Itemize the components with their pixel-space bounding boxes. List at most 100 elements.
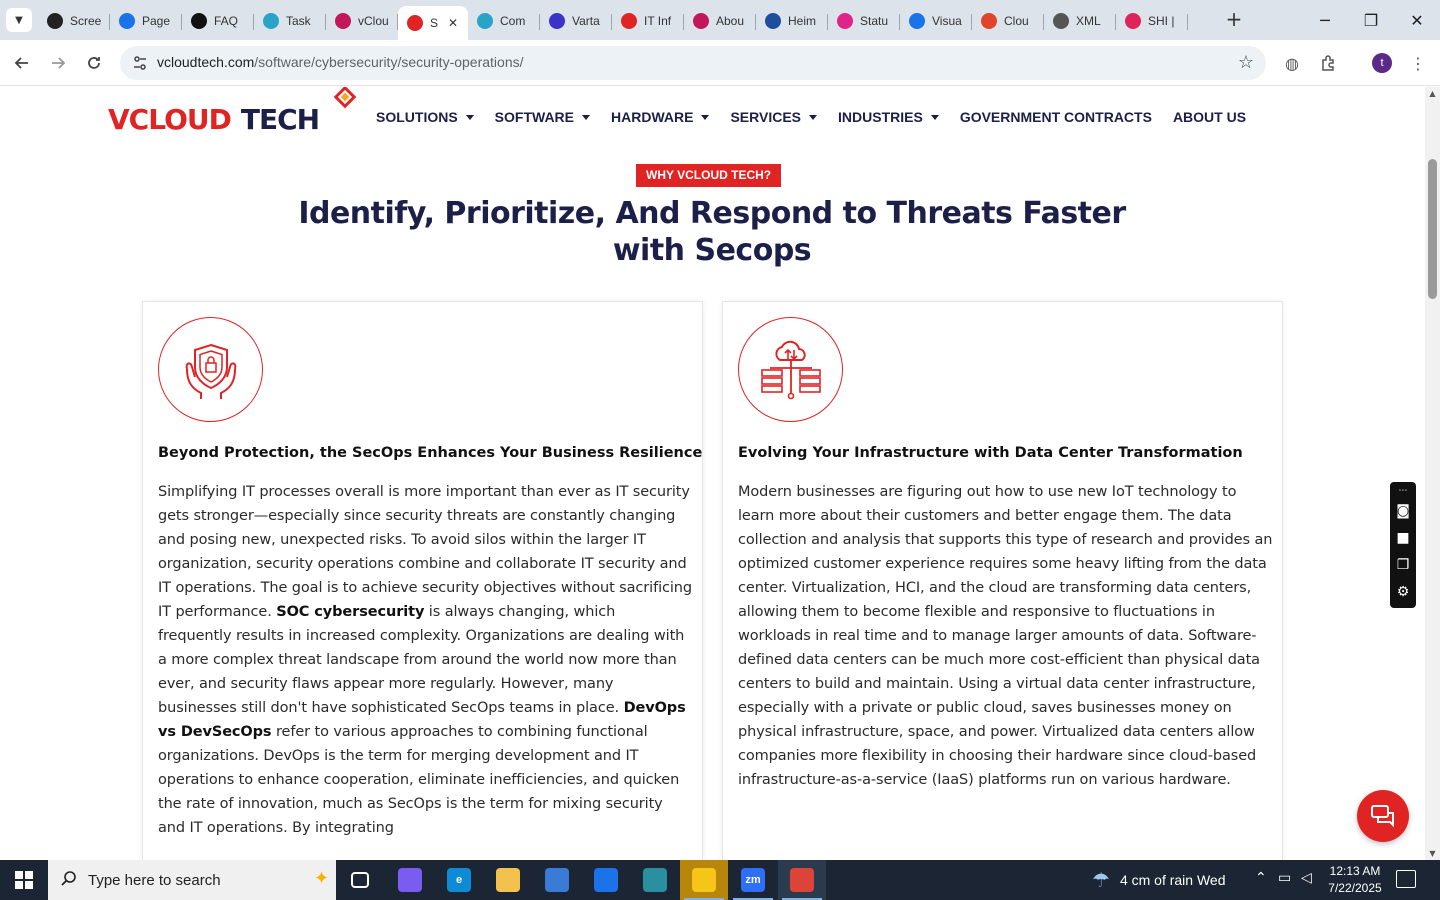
forward-button[interactable] [45,50,71,76]
chat-button[interactable] [1357,790,1409,842]
file-explorer-taskbar-button[interactable] [484,860,532,900]
bookmark-star-icon[interactable]: ☆ [1238,52,1254,73]
cloud-datacenter-icon [738,317,843,422]
browser-tab[interactable]: vClou [326,6,398,36]
new-tab-button[interactable]: + [1222,9,1246,31]
back-button[interactable] [9,50,35,76]
system-clock[interactable]: 12:13 AM 7/22/2025 [1322,863,1388,897]
task-view-taskbar-button[interactable] [336,860,384,900]
main-navigation: SOLUTIONS SOFTWARE HARDWARE SERVICES INDUSTR… [376,109,1267,125]
browser-tab[interactable]: XML [1044,6,1116,36]
url-text[interactable]: vcloudtech.com/software/cybersecurity/se… [157,54,524,70]
volume-icon[interactable]: ◁ [1301,870,1312,886]
page-scrollbar[interactable]: ▲ ▼ [1425,87,1440,860]
menu-kebab-icon[interactable]: ⋮ [1406,51,1430,75]
start-button[interactable] [0,860,48,900]
sparkle-icon: ✦ [314,868,330,889]
task-view-icon [351,872,369,888]
weather-widget[interactable]: ☂ 4 cm of rain Wed [1092,860,1226,900]
mail-taskbar-button[interactable] [582,860,630,900]
browser-tab[interactable]: SHI | [1116,6,1188,36]
browser-tab[interactable]: Abou [684,6,756,36]
copy-pages-icon[interactable]: ❐ [1397,552,1410,579]
chrome-taskbar-button[interactable] [778,860,826,900]
browser-tab[interactable]: Visua [900,6,972,36]
browser-tab[interactable]: FAQ [182,6,254,36]
tab-close-icon[interactable]: ✕ [448,16,458,30]
close-window-button[interactable]: ✕ [1394,0,1440,40]
scroll-thumb[interactable] [1428,159,1437,299]
browser-tab[interactable]: Heim [756,6,828,36]
taskbar-search[interactable]: Type here to search ✦ [48,860,336,900]
caret-down-icon [582,114,591,120]
tab-search-button[interactable]: ▼ [6,8,32,32]
nav-item-label: HARDWARE [611,109,694,125]
browser-tab[interactable]: Page [110,6,182,36]
edge-icon: e [447,868,471,892]
browser-tab[interactable]: Statu [828,6,900,36]
chat-bubbles-icon [1371,805,1394,828]
store-icon [545,868,569,892]
video-icon[interactable]: ■ [1396,525,1409,552]
tab-title: Page [142,14,171,28]
nav-item-solutions[interactable]: SOLUTIONS [376,109,474,125]
browser-tab[interactable]: Task [254,6,326,36]
nav-item-software[interactable]: SOFTWARE [495,109,591,125]
network-icon[interactable]: ▭ [1278,870,1291,886]
diamond-pink-icon [693,13,709,29]
site-info-button[interactable] [128,51,152,75]
notification-icon[interactable] [1396,870,1416,888]
tab-list: Scree Page FAQ Task vClou S ✕ Com Varta IT Inf Abo… [38,6,1188,40]
nav-item-about-us[interactable]: ABOUT US [1173,109,1246,125]
edge-taskbar-button[interactable]: e [435,860,483,900]
extensions-puzzle-icon[interactable] [1317,51,1341,75]
browser-tab[interactable]: IT Inf [612,6,684,36]
x-cross-icon [549,13,565,29]
body-link-text[interactable]: SOC cybersecurity [276,604,424,620]
minimize-button[interactable]: ─ [1302,0,1348,40]
scroll-up-arrow-icon[interactable]: ▲ [1427,89,1438,98]
profile-avatar[interactable]: t [1372,53,1392,73]
sticky-notes-taskbar-button[interactable] [680,860,728,900]
app-diamond-taskbar-button[interactable] [631,860,679,900]
zoom-taskbar-button[interactable]: zm [729,860,777,900]
card-title: Evolving Your Infrastructure with Data C… [738,445,1243,461]
more-options-icon[interactable]: ⋯ [1399,484,1408,498]
nav-item-industries[interactable]: INDUSTRIES [838,109,939,125]
heading-line-2: with Secops [612,233,812,268]
tab-title: Clou [1004,14,1029,28]
browser-tab[interactable]: Com [468,6,540,36]
camera-icon[interactable]: ◙ [1396,498,1410,525]
vcloud-diamond-icon [407,15,423,31]
translate-globe-icon[interactable]: ◍ [1280,51,1304,75]
globe-icon [1053,13,1069,29]
card-body: Modern businesses are figuring out how t… [738,480,1273,792]
sticky-notes-icon [692,868,716,892]
browser-tab[interactable]: Scree [38,6,110,36]
screen-capture-toolbar: ⋯ ◙ ■ ❐ ⚙ [1390,482,1416,608]
vcloud-logo[interactable]: VCLOUD TECH [108,87,357,135]
reload-button[interactable] [81,50,107,76]
task-icon [263,13,279,29]
tab-title: XML [1076,14,1101,28]
tab-title: Scree [70,14,102,28]
weather-text: 4 cm of rain Wed [1119,872,1226,888]
section-eyebrow: WHY VCLOUD TECH? [636,164,782,187]
nav-item-government-contracts[interactable]: GOVERNMENT CONTRACTS [960,109,1152,125]
store-taskbar-button[interactable] [533,860,581,900]
nav-item-hardware[interactable]: HARDWARE [611,109,710,125]
chevron-up-icon[interactable]: ⌃ [1255,870,1267,886]
settings-gear-icon[interactable]: ⚙ [1397,579,1410,606]
browser-tab[interactable]: S ✕ [398,6,468,40]
copilot-taskbar-button[interactable] [386,860,434,900]
browser-tab[interactable]: Clou [972,6,1044,36]
scroll-down-arrow-icon[interactable]: ▼ [1427,849,1438,858]
restore-button[interactable]: ❐ [1348,0,1394,40]
vcloud-diamond-icon [621,13,637,29]
address-bar[interactable]: vcloudtech.com/software/cybersecurity/se… [120,46,1266,80]
nav-item-services[interactable]: SERVICES [730,109,818,125]
logo-diamond-icon [333,87,357,109]
browser-tab[interactable]: Varta [540,6,612,36]
pulse-icon [909,13,925,29]
compass-icon [477,13,493,29]
